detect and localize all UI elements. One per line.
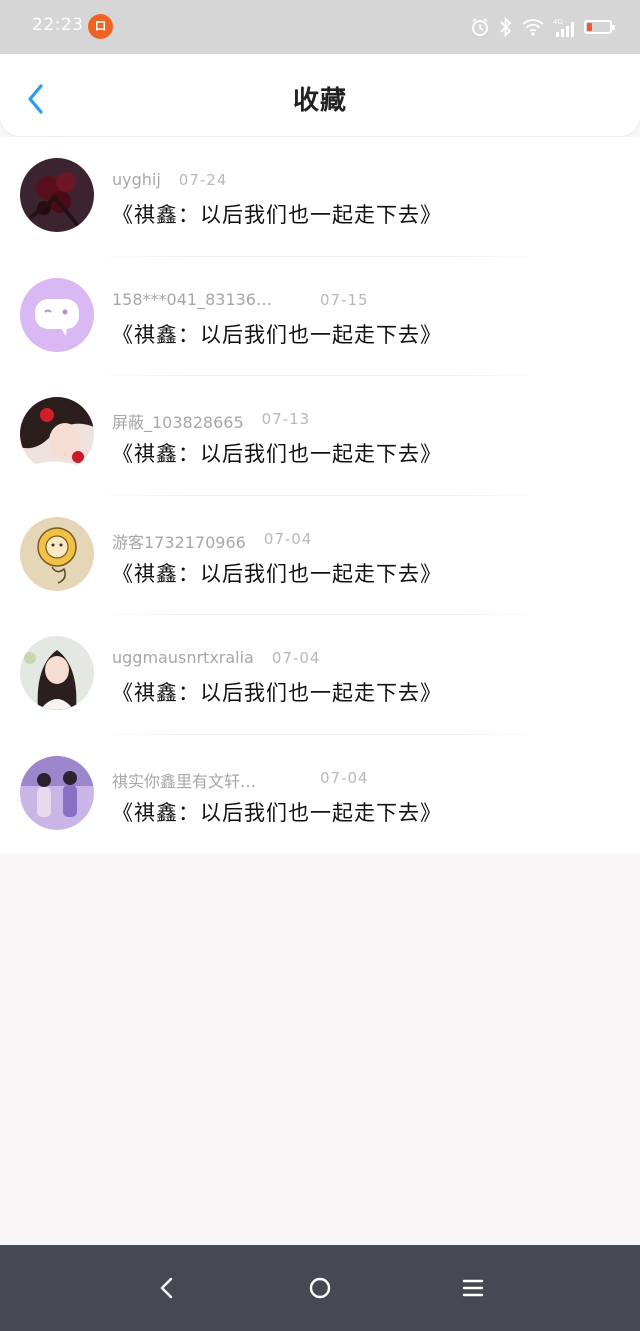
system-nav-bar (0, 1245, 640, 1331)
item-date: 07-04 (271, 649, 321, 667)
post-title[interactable]: 《祺鑫：以后我们也一起走下去》 (112, 797, 442, 827)
item-date: 07-04 (263, 529, 313, 548)
avatar[interactable] (20, 158, 94, 232)
avatar[interactable] (20, 516, 94, 591)
list-item[interactable]: 屏蔽_103828665 07-13 《祺鑫：以后我们也一起走下去》 (0, 376, 640, 496)
list-item[interactable]: 祺实你鑫里有文轩… 07-04 《祺鑫：以后我们也一起走下去》 (0, 735, 640, 855)
avatar[interactable] (20, 636, 94, 710)
cellular-signal-icon: 4G (553, 18, 574, 37)
menu-lines-icon (462, 1279, 484, 1297)
item-meta: 屏蔽_103828665 07-13 (112, 409, 310, 433)
post-title[interactable]: 《祺鑫：以后我们也一起走下去》 (112, 558, 442, 588)
username[interactable]: 158***041_8313618… (112, 290, 280, 309)
username[interactable]: 屏蔽_103828665 (112, 409, 244, 433)
avatar[interactable] (20, 277, 94, 352)
item-meta: uggmausnrtxralia 07-04 (112, 648, 320, 667)
two-performers-avatar-image (20, 755, 94, 830)
status-bar: 22:23 ロ 4G (0, 0, 640, 54)
header-bar: 收藏 (0, 54, 640, 136)
username[interactable]: 游客1732170966 (112, 529, 246, 553)
item-meta: 祺实你鑫里有文轩… 07-04 (112, 768, 369, 792)
cartoon-lion-avatar-image (20, 516, 94, 591)
post-title[interactable]: 《祺鑫：以后我们也一起走下去》 (112, 319, 442, 349)
status-time: 22:23 (32, 15, 84, 35)
username[interactable]: uggmausnrtxralia (112, 648, 254, 667)
list-item[interactable]: uyghij 07-24 《祺鑫：以后我们也一起走下去》 (0, 137, 640, 257)
post-title[interactable]: 《祺鑫：以后我们也一起走下去》 (112, 677, 442, 707)
item-meta: uyghij 07-24 (112, 170, 227, 189)
girl-red-flower-avatar-image (20, 397, 94, 471)
network-type-label: 4G (553, 18, 563, 26)
back-triangle-icon (160, 1277, 173, 1299)
default-chat-bubble-avatar-image (20, 277, 94, 352)
avatar[interactable] (20, 755, 94, 830)
item-meta: 游客1732170966 07-04 (112, 529, 312, 553)
nav-back-button[interactable] (147, 1268, 187, 1308)
page-title: 收藏 (292, 86, 347, 116)
notification-app-icon: ロ (88, 14, 113, 39)
status-icons: 4G (470, 14, 615, 40)
username[interactable]: 祺实你鑫里有文轩… (112, 768, 280, 792)
alarm-icon (472, 18, 488, 36)
item-date: 07-15 (320, 290, 369, 309)
list-item[interactable]: 158***041_8313618… 07-15 《祺鑫：以后我们也一起走下去》 (0, 257, 640, 376)
item-meta: 158***041_8313618… 07-15 (112, 290, 369, 309)
item-date: 07-04 (320, 768, 369, 787)
post-title[interactable]: 《祺鑫：以后我们也一起走下去》 (112, 438, 442, 468)
nav-menu-button[interactable] (453, 1268, 493, 1308)
username[interactable]: uyghij (112, 170, 161, 189)
favorites-list: uyghij 07-24 《祺鑫：以后我们也一起走下去》 158***041_83… (0, 137, 640, 854)
home-circle-icon (309, 1277, 331, 1299)
battery-icon (584, 20, 615, 34)
girl-portrait-avatar-image (20, 636, 94, 710)
item-date: 07-24 (178, 171, 228, 189)
list-item[interactable]: uggmausnrtxralia 07-04 《祺鑫：以后我们也一起走下去》 (0, 615, 640, 735)
avatar[interactable] (20, 397, 94, 471)
item-date: 07-13 (261, 410, 311, 428)
wifi-icon (522, 19, 544, 36)
nav-home-button[interactable] (300, 1268, 340, 1308)
red-roses-avatar-image (20, 158, 94, 232)
list-item[interactable]: 游客1732170966 07-04 《祺鑫：以后我们也一起走下去》 (0, 496, 640, 615)
bluetooth-icon (500, 17, 512, 37)
post-title[interactable]: 《祺鑫：以后我们也一起走下去》 (112, 199, 442, 229)
